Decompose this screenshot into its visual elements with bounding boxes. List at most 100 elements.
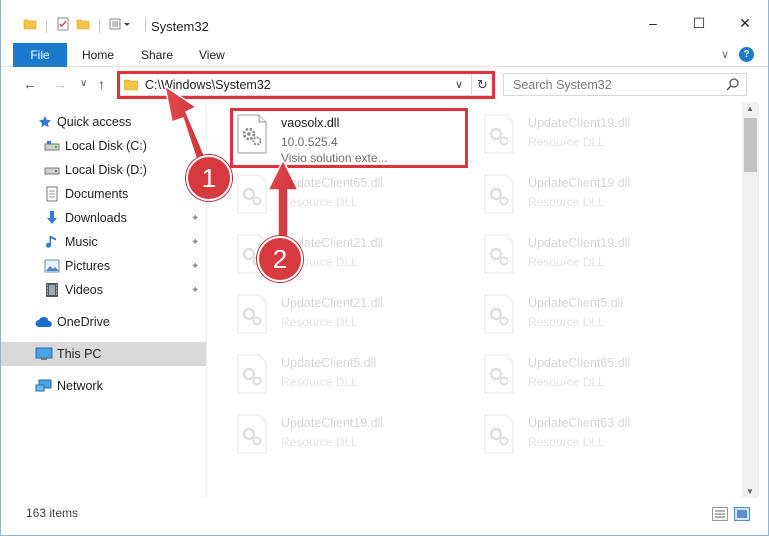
file-name: UpdateClient19.dll [281, 416, 384, 430]
file-type: Resource DLL [281, 375, 358, 389]
sidebar-item-label: Documents [65, 187, 129, 201]
tab-view[interactable]: View [199, 48, 225, 62]
downloads-icon [43, 209, 61, 227]
details-view-icon[interactable] [712, 507, 728, 524]
file-tile[interactable]: UpdateClient63.dll Resource DLL [482, 410, 722, 468]
sidebar-item-label: Local Disk (C:) [65, 139, 147, 153]
up-button[interactable]: ↑ [98, 76, 105, 92]
videos-icon [43, 281, 61, 299]
dll-file-icon [235, 413, 269, 455]
ribbon-tabs: File Home Share View ∨ ? [1, 43, 768, 67]
tab-home[interactable]: Home [82, 48, 114, 62]
quick-access-toolbar [23, 17, 131, 34]
item-count: 163 items [26, 506, 79, 520]
sidebar-item-label: Downloads [65, 211, 127, 225]
file-tile[interactable]: UpdateClient19.dll Resource DLL [482, 110, 722, 168]
file-tile[interactable]: UpdateClient5.dll Resource DLL [235, 350, 475, 408]
status-bar: 163 items [1, 502, 768, 526]
navigation-pane: Quick access Local Disk (C:) Local Disk … [1, 105, 206, 498]
sidebar-item-label: Pictures [65, 259, 111, 273]
file-tile[interactable]: UpdateClient19.dll Resource DLL [482, 170, 722, 228]
file-name: UpdateClient19.dll [528, 236, 631, 250]
forward-button[interactable]: → [53, 76, 67, 92]
file-tile[interactable]: UpdateClient5.dll Resource DLL [482, 290, 722, 348]
file-tile[interactable]: UpdateClient65.dll Resource DLL [235, 170, 475, 228]
sidebar-item-this-pc[interactable]: This PC [1, 342, 206, 366]
new-folder-icon[interactable] [76, 17, 90, 34]
dll-file-icon [235, 173, 269, 215]
qat-separator [46, 18, 47, 33]
sidebar-item-label: Videos [65, 283, 103, 297]
close-button[interactable]: ✕ [722, 8, 768, 38]
search-box[interactable]: Search System32 [503, 73, 747, 96]
sidebar-item-onedrive[interactable]: OneDrive [1, 310, 206, 334]
pin-icon: ✦ [191, 260, 200, 272]
file-tile[interactable]: UpdateClient19.dll Resource DLL [235, 410, 475, 468]
sidebar-item-music[interactable]: Music ✦ [1, 230, 206, 254]
pin-icon: ✦ [191, 236, 200, 248]
sidebar-item-documents[interactable]: Documents ✦ [1, 182, 206, 206]
drive-icon [43, 137, 61, 155]
help-button[interactable]: ? [739, 47, 754, 62]
sidebar-item-local-disk-d[interactable]: Local Disk (D:) [1, 158, 206, 182]
pin-icon: ✦ [191, 212, 200, 224]
view-toggle [712, 507, 750, 524]
star-icon [36, 113, 54, 131]
dll-file-icon [482, 293, 516, 335]
customize-qat-icon[interactable] [109, 17, 131, 34]
file-tile[interactable]: UpdateClient65.dll Resource DLL [482, 350, 722, 408]
explorer-window: System32 – ☐ ✕ File Home Share View ∨ ? … [0, 0, 769, 536]
callout-step-1: 1 [186, 155, 232, 201]
scroll-down-arrow-icon[interactable]: ▼ [746, 487, 754, 496]
sidebar-item-label: Music [65, 235, 98, 249]
vertical-scrollbar[interactable]: ▲ ▼ [742, 102, 759, 498]
sidebar-item-videos[interactable]: Videos ✦ [1, 278, 206, 302]
search-icon[interactable] [726, 77, 740, 94]
recent-locations-button[interactable]: ∨ [80, 78, 87, 89]
properties-icon[interactable] [56, 17, 70, 34]
sidebar-item-label: This PC [57, 347, 102, 361]
file-tile[interactable]: UpdateClient19.dll Resource DLL [482, 230, 722, 288]
tab-file[interactable]: File [13, 43, 67, 67]
file-type: Resource DLL [528, 195, 605, 209]
tab-share[interactable]: Share [141, 48, 173, 62]
file-name: UpdateClient5.dll [281, 356, 377, 370]
file-tile[interactable]: UpdateClient21.dll Resource DLL [235, 290, 475, 348]
cloud-icon [35, 313, 53, 331]
maximize-button[interactable]: ☐ [676, 8, 722, 38]
minimize-button[interactable]: – [630, 8, 676, 38]
sidebar-item-quick-access[interactable]: Quick access [1, 110, 206, 134]
sidebar-item-label: Network [57, 379, 103, 393]
file-type: Resource DLL [528, 315, 605, 329]
ribbon-right-controls: ∨ ? [721, 47, 754, 62]
file-name: UpdateClient5.dll [528, 296, 624, 310]
title-separator [145, 18, 146, 32]
sidebar-item-pictures[interactable]: Pictures ✦ [1, 254, 206, 278]
dll-file-icon [482, 353, 516, 395]
folder-icon[interactable] [23, 17, 37, 34]
file-type: Resource DLL [281, 195, 358, 209]
scrollbar-thumb[interactable] [744, 118, 757, 172]
network-icon [35, 377, 53, 395]
sidebar-item-local-disk-c[interactable]: Local Disk (C:) [1, 134, 206, 158]
file-name: UpdateClient63.dll [528, 416, 631, 430]
file-name: UpdateClient65.dll [281, 176, 384, 190]
dll-file-icon [235, 293, 269, 335]
sidebar-item-network[interactable]: Network [1, 374, 206, 398]
sidebar-item-downloads[interactable]: Downloads ✦ [1, 206, 206, 230]
file-type: Resource DLL [528, 435, 605, 449]
search-input[interactable]: Search System32 [513, 78, 612, 92]
expand-ribbon-button[interactable]: ∨ [721, 48, 729, 61]
file-type: Resource DLL [281, 435, 358, 449]
window-controls: – ☐ ✕ [630, 8, 768, 38]
pc-icon [35, 345, 53, 363]
file-type: Resource DLL [528, 135, 605, 149]
back-button[interactable]: ← [23, 76, 37, 92]
large-icons-view-icon[interactable] [734, 507, 750, 524]
file-highlight-box [230, 108, 468, 168]
title-bar: System32 – ☐ ✕ [1, 0, 768, 43]
address-highlight-box [117, 71, 495, 99]
file-name: UpdateClient21.dll [281, 296, 384, 310]
scroll-up-arrow-icon[interactable]: ▲ [746, 104, 754, 113]
file-name: UpdateClient19.dll [528, 116, 631, 130]
